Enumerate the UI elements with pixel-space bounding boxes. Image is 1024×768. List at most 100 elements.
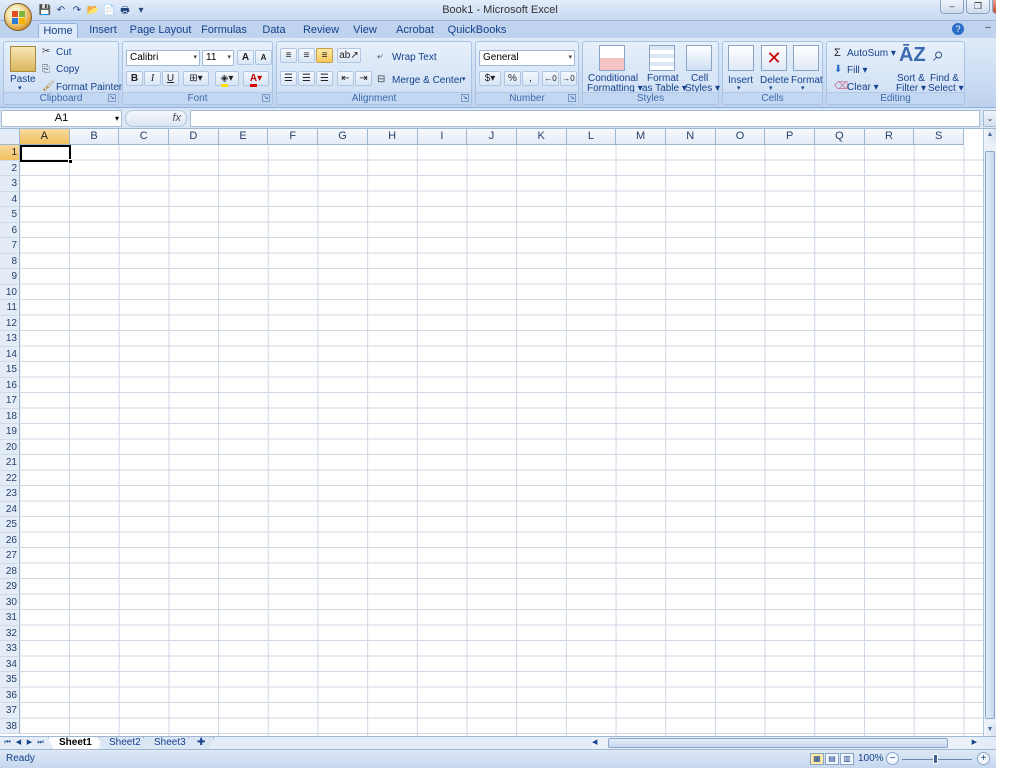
fill-color-button[interactable]: ◈▾	[215, 71, 239, 87]
row-header-8[interactable]: 8	[0, 253, 20, 269]
italic-button[interactable]: I	[144, 71, 161, 86]
next-sheet-icon[interactable]: ▶	[25, 738, 34, 748]
autosum-button[interactable]: AutoSum ▾	[847, 48, 896, 59]
row-header-26[interactable]: 26	[0, 532, 20, 548]
grow-font-button[interactable]: A	[237, 50, 254, 65]
row-header-24[interactable]: 24	[0, 501, 20, 517]
tab-view[interactable]: View	[348, 23, 382, 39]
fill-handle[interactable]	[68, 159, 73, 164]
row-header-3[interactable]: 3	[0, 176, 20, 192]
row-header-33[interactable]: 33	[0, 641, 20, 657]
tab-insert[interactable]: Insert	[84, 23, 122, 39]
row-header-25[interactable]: 25	[0, 517, 20, 533]
paste-icon[interactable]	[10, 46, 36, 72]
row-header-30[interactable]: 30	[0, 594, 20, 610]
decrease-decimal-button[interactable]: →0	[560, 71, 577, 86]
horizontal-scrollbar[interactable]: ◀ ▶	[592, 737, 977, 749]
name-box[interactable]: A1 ▾	[1, 110, 122, 127]
align-right-button[interactable]: ☰	[316, 71, 333, 86]
row-header-29[interactable]: 29	[0, 579, 20, 595]
column-header-r[interactable]: R	[864, 129, 915, 145]
scroll-up-icon[interactable]: ▲	[984, 129, 996, 141]
save-icon[interactable]: 💾	[38, 4, 52, 17]
normal-view-icon[interactable]: ▦	[810, 753, 824, 765]
row-header-37[interactable]: 37	[0, 703, 20, 719]
row-header-38[interactable]: 38	[0, 718, 20, 734]
increase-decimal-button[interactable]: ←0	[542, 71, 559, 86]
vertical-scrollbar[interactable]: ▲ ▼	[983, 129, 996, 736]
horizontal-scroll-thumb[interactable]	[608, 738, 948, 748]
paste-button[interactable]: Paste	[10, 74, 36, 85]
row-header-36[interactable]: 36	[0, 687, 20, 703]
column-header-p[interactable]: P	[765, 129, 815, 145]
row-header-18[interactable]: 18	[0, 408, 20, 424]
font-color-button[interactable]: A▾	[243, 71, 269, 87]
bold-button[interactable]: B	[126, 71, 143, 86]
row-header-5[interactable]: 5	[0, 207, 20, 223]
copy-button[interactable]: Copy	[56, 64, 79, 75]
row-header-9[interactable]: 9	[0, 269, 20, 285]
row-header-10[interactable]: 10	[0, 284, 20, 300]
zoom-in-icon[interactable]: +	[977, 752, 990, 765]
page-layout-view-icon[interactable]: ▤	[825, 753, 839, 765]
column-header-a[interactable]: A	[20, 129, 70, 145]
borders-button[interactable]: ⊞▾	[183, 71, 209, 86]
vertical-scroll-thumb[interactable]	[985, 151, 995, 719]
decrease-indent-button[interactable]: ⇤	[337, 71, 354, 86]
tab-page-layout[interactable]: Page Layout	[128, 23, 193, 39]
row-header-17[interactable]: 17	[0, 393, 20, 409]
row-header-14[interactable]: 14	[0, 346, 20, 362]
zoom-level[interactable]: 100%	[858, 753, 884, 764]
column-header-n[interactable]: N	[665, 129, 716, 145]
zoom-out-icon[interactable]: −	[886, 752, 899, 765]
row-header-1[interactable]: 1	[0, 145, 20, 161]
column-header-b[interactable]: B	[69, 129, 120, 145]
column-header-i[interactable]: I	[417, 129, 468, 145]
row-header-2[interactable]: 2	[0, 160, 20, 176]
orientation-button[interactable]: ab↗	[337, 48, 361, 63]
number-format-combo[interactable]: General ▾	[479, 50, 575, 66]
zoom-slider-thumb[interactable]	[933, 754, 938, 764]
clipboard-launcher-icon[interactable]: ↘	[108, 94, 116, 102]
row-header-13[interactable]: 13	[0, 331, 20, 347]
row-header-28[interactable]: 28	[0, 563, 20, 579]
workbook-minimize-button[interactable]: –	[985, 22, 991, 33]
help-icon[interactable]: ?	[952, 23, 964, 35]
currency-button[interactable]: $▾	[479, 71, 501, 86]
font-name-combo[interactable]: Calibri ▾	[126, 50, 200, 66]
row-header-21[interactable]: 21	[0, 455, 20, 471]
comma-button[interactable]: ,	[522, 71, 539, 86]
percent-button[interactable]: %	[504, 71, 521, 86]
delete-cells-button[interactable]: Delete	[760, 75, 789, 86]
row-header-12[interactable]: 12	[0, 315, 20, 331]
redo-icon[interactable]: ↷	[70, 4, 84, 17]
minimize-button[interactable]: –	[940, 0, 964, 14]
row-header-34[interactable]: 34	[0, 656, 20, 672]
row-header-11[interactable]: 11	[0, 300, 20, 316]
prev-sheet-icon[interactable]: ◀	[14, 738, 23, 748]
last-sheet-icon[interactable]: ⏭	[36, 738, 45, 748]
cell-area[interactable]	[20, 145, 983, 736]
column-header-l[interactable]: L	[566, 129, 617, 145]
tab-review[interactable]: Review	[300, 23, 342, 39]
column-header-m[interactable]: M	[616, 129, 666, 145]
active-cell-cursor[interactable]	[20, 145, 73, 164]
format-cells-button[interactable]: Format	[791, 75, 823, 86]
row-header-22[interactable]: 22	[0, 470, 20, 486]
shrink-font-button[interactable]: A	[255, 50, 272, 65]
font-launcher-icon[interactable]: ↘	[262, 94, 270, 102]
row-header-32[interactable]: 32	[0, 625, 20, 641]
align-center-button[interactable]: ☰	[298, 71, 315, 86]
column-header-o[interactable]: O	[715, 129, 766, 145]
undo-icon[interactable]: ↶	[54, 4, 68, 17]
row-header-27[interactable]: 27	[0, 548, 20, 564]
first-sheet-icon[interactable]: ⏮	[3, 738, 12, 748]
expand-formula-bar-icon[interactable]: ⌄	[983, 110, 997, 127]
restore-button[interactable]: ❐	[966, 0, 990, 14]
office-button[interactable]	[4, 3, 32, 31]
row-header-19[interactable]: 19	[0, 424, 20, 440]
tab-quickbooks[interactable]: QuickBooks	[445, 23, 509, 39]
row-header-7[interactable]: 7	[0, 238, 20, 254]
tab-data[interactable]: Data	[257, 23, 291, 39]
fill-button[interactable]: Fill ▾	[847, 65, 868, 76]
